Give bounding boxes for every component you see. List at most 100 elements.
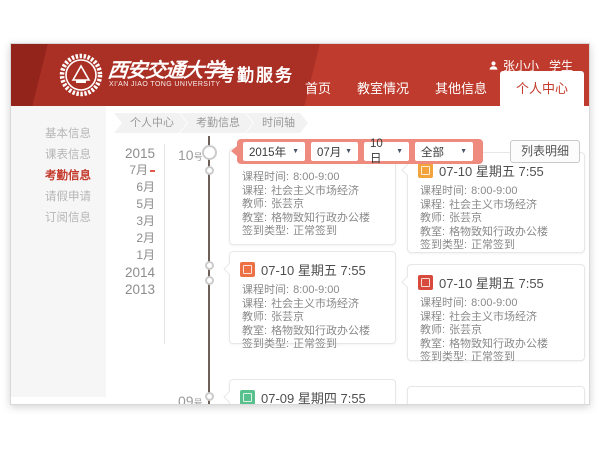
nav-personal-center[interactable]: 个人中心	[500, 71, 584, 106]
sidebar-item-basic-info[interactable]: 基本信息	[11, 124, 106, 145]
field-value: 张芸京	[449, 212, 482, 224]
field-value: 8:00-9:00	[471, 185, 517, 197]
field-value: 正常签到	[293, 225, 337, 237]
attendance-card: 07-09 星期四 7:55	[229, 379, 396, 405]
day-number: 10	[178, 147, 194, 163]
category-select[interactable]: 全部 ▼	[415, 142, 473, 161]
user-icon	[488, 60, 499, 71]
sidebar-item-subscription[interactable]: 订阅信息	[11, 208, 106, 229]
card-field-checkin-type: 签到类型:正常签到	[420, 239, 576, 253]
checkin-stamp-icon	[418, 163, 433, 178]
field-label: 课程:	[420, 311, 445, 323]
field-value: 张芸京	[271, 198, 304, 210]
field-value: 8:00-9:00	[471, 297, 517, 309]
card-field-time: 课程时间:8:00-9:00	[242, 171, 387, 185]
field-label: 课程时间:	[242, 284, 289, 296]
day-marker-09: 09号	[178, 393, 203, 405]
field-label: 教室:	[420, 226, 445, 238]
card-header: 07-10 星期五 7:55	[230, 252, 395, 282]
card-field-classroom: 教室:格物致知行政办公楼	[420, 338, 576, 352]
checkin-stamp-icon	[240, 262, 255, 277]
checkin-stamp-icon	[418, 275, 433, 290]
card-details: 课程时间:8:00-9:00 课程: 社会主义市场经济 教师: 张芸京 教室:格物致…	[408, 295, 584, 373]
field-value: 格物致知行政办公楼	[449, 338, 548, 350]
card-field-time: 课程时间:8:00-9:00	[420, 297, 576, 311]
field-value: 正常签到	[471, 351, 515, 363]
day-select-value: 10日	[370, 138, 393, 166]
day-suffix: 号	[194, 398, 203, 405]
scale-month-jul[interactable]: 7月	[109, 162, 155, 179]
card-field-checkin-type: 签到类型:正常签到	[242, 338, 387, 352]
field-label: 教师:	[420, 212, 445, 224]
field-label: 教室:	[242, 325, 267, 337]
month-select[interactable]: 07月 ▼	[311, 142, 358, 161]
university-logo-icon	[59, 53, 103, 97]
sidebar-item-schedule[interactable]: 课表信息	[11, 145, 106, 166]
nav-home[interactable]: 首页	[292, 71, 344, 106]
scale-month-mar[interactable]: 3月	[109, 213, 155, 230]
field-value: 张芸京	[271, 311, 304, 323]
card-field-time: 课程时间: 8:00-9:00	[420, 185, 576, 199]
card-field-teacher: 教师: 张芸京	[420, 212, 576, 226]
field-value: 正常签到	[471, 239, 515, 251]
card-field-checkin-type: 签到类型: 正常签到	[420, 351, 576, 365]
field-label: 签到类型:	[420, 351, 467, 363]
card-field-teacher: 教师: 张芸京	[420, 324, 576, 338]
attendance-card: 07-10 星期五 7:55 课程时间: 8:00-9:00 课程:社会主义市场经…	[229, 251, 396, 344]
attendance-card	[407, 386, 585, 405]
field-value: 社会主义市场经济	[449, 199, 537, 211]
card-field-course: 课程:社会主义市场经济	[242, 298, 387, 312]
sidebar-item-leave-request[interactable]: 请假申请	[11, 187, 106, 208]
card-field-checkin-type: 签到类型:正常签到	[242, 225, 387, 239]
breadcrumb-attendance[interactable]: 考勤信息	[180, 113, 253, 133]
field-value: 张芸京	[449, 324, 482, 336]
sidebar: 基本信息 课表信息 考勤信息 请假申请 订阅信息	[11, 106, 106, 397]
field-value: 社会主义市场经济	[449, 311, 537, 323]
field-label: 教室:	[242, 212, 267, 224]
card-field-classroom: 教室:格物致知行政办公楼	[420, 226, 576, 240]
day-number: 09	[178, 393, 194, 405]
nav-classrooms[interactable]: 教室情况	[344, 71, 422, 106]
timeline-scale: 2015 7月 6月 5月 3月 2月 1月 2014 2013	[109, 145, 155, 298]
timeline-axis	[208, 136, 210, 405]
breadcrumb-timeline[interactable]: 时间轴	[246, 113, 308, 133]
scale-month-jan[interactable]: 1月	[109, 247, 155, 264]
field-label: 课程时间:	[420, 185, 467, 197]
scale-year-2013[interactable]: 2013	[109, 281, 155, 298]
field-value: 社会主义市场经济	[271, 298, 359, 310]
scale-year-2014[interactable]: 2014	[109, 264, 155, 281]
card-details: 课程时间:8:00-9:00 课程:社会主义市场经济 教师:张芸京 教室:格物致…	[230, 282, 395, 360]
sidebar-item-attendance[interactable]: 考勤信息	[11, 166, 106, 187]
nav-other-info[interactable]: 其他信息	[422, 71, 500, 106]
field-value: 格物致知行政办公楼	[271, 325, 370, 337]
card-field-course: 课程:社会主义市场经济	[242, 185, 387, 199]
caret-down-icon: ▼	[292, 148, 299, 155]
scale-month-jun[interactable]: 6月	[109, 179, 155, 196]
card-field-course: 课程:社会主义市场经济	[420, 199, 576, 213]
field-label: 课程时间:	[242, 171, 289, 183]
filter-bar-tail	[231, 146, 237, 156]
card-date-title: 07-10 星期五 7:55	[261, 260, 366, 279]
day-select[interactable]: 10日 ▼	[364, 142, 409, 161]
filter-bar: 2015年 ▼ 07月 ▼ 10日 ▼ 全部 ▼	[237, 139, 483, 164]
field-value: 格物致知行政办公楼	[271, 212, 370, 224]
field-value: 8:00-9:00	[293, 284, 339, 296]
app-header: 西安交通大学 XI'AN JIAO TONG UNIVERSITY 考勤服务 张…	[11, 44, 589, 106]
year-select[interactable]: 2015年 ▼	[243, 142, 305, 161]
caret-down-icon: ▼	[396, 148, 403, 155]
breadcrumb-personal-center[interactable]: 个人中心	[114, 113, 187, 133]
timeline-node-major	[202, 145, 217, 160]
month-select-value: 07月	[317, 144, 341, 160]
card-details: 课程时间: 8:00-9:00 课程:社会主义市场经济 教师: 张芸京 教室:格物致…	[408, 183, 584, 261]
attendance-card: 07-10 星期五 7:55 课程时间:8:00-9:00 课程: 社会主义市场经…	[407, 264, 585, 361]
scale-month-label: 7月	[129, 163, 148, 177]
scale-month-feb[interactable]: 2月	[109, 230, 155, 247]
field-label: 教师:	[420, 324, 445, 336]
card-header: 07-09 星期四 7:55	[230, 380, 395, 405]
card-date-title: 07-10 星期五 7:55	[439, 273, 544, 292]
scale-year-2015[interactable]: 2015	[109, 145, 155, 162]
scale-month-may[interactable]: 5月	[109, 196, 155, 213]
main-nav: 首页 教室情况 其他信息 个人中心	[292, 71, 584, 106]
attendance-card: 07-10 星期五 7:55 课程时间:8:00-9:00 课程:社会主义市场经…	[407, 152, 585, 253]
list-detail-button[interactable]: 列表明细	[510, 140, 580, 163]
